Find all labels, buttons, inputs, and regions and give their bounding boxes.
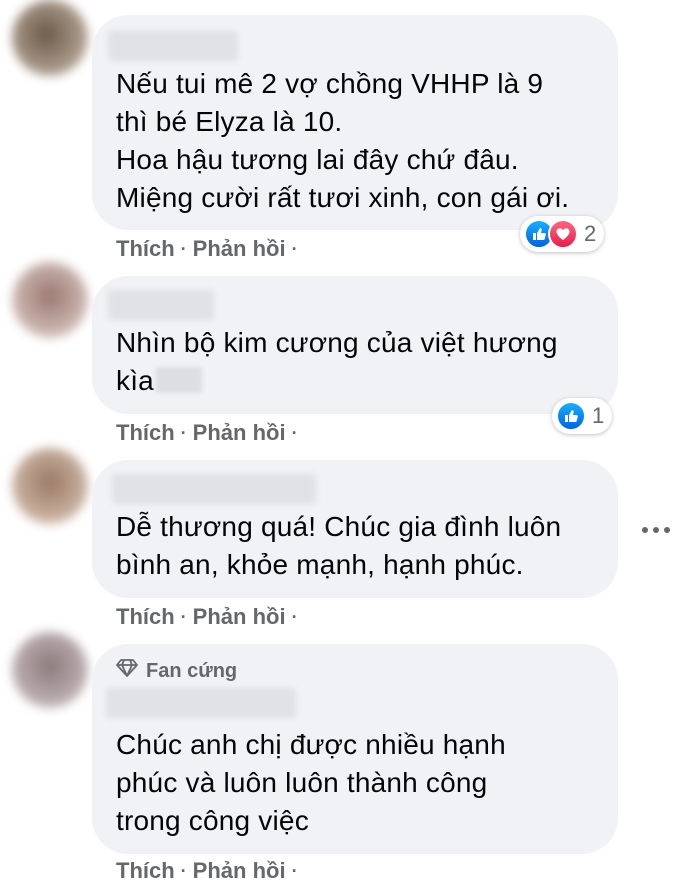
commenter-name[interactable] (112, 474, 316, 504)
comment-bubble: Nhìn bộ kim cương của việt hương kìa (92, 276, 618, 414)
blurred-mention (155, 367, 202, 393)
reply-button[interactable]: Phản hồi (193, 604, 286, 630)
reply-button[interactable]: Phản hồi (193, 420, 286, 446)
comment-actions: Thích · Phản hồi · (116, 858, 298, 884)
separator-dot: · (291, 606, 298, 627)
comment-bubble: Fan cứng Chúc anh chị được nhiều hạnh ph… (92, 644, 618, 854)
dot-icon (642, 527, 648, 533)
reactions-summary[interactable]: 2 (520, 216, 605, 252)
avatar[interactable] (12, 0, 88, 76)
comment-actions: Thích · Phản hồi · (116, 420, 298, 446)
avatar[interactable] (12, 448, 88, 524)
comment-text: Dễ thương quá! Chúc gia đình luôn bình a… (116, 511, 562, 580)
separator-dot: · (291, 238, 298, 259)
reply-button[interactable]: Phản hồi (193, 858, 286, 884)
comment-text: Nếu tui mê 2 vợ chồng VHHP là 9 thì bé E… (116, 68, 570, 213)
comment-actions: Thích · Phản hồi · (116, 236, 298, 262)
commenter-name[interactable] (108, 290, 214, 320)
commenter-name[interactable] (106, 688, 296, 718)
avatar[interactable] (12, 262, 88, 338)
reactions-summary[interactable]: 1 (552, 398, 613, 434)
separator-dot: · (180, 238, 187, 259)
avatar[interactable] (12, 632, 88, 708)
like-reaction-icon (556, 401, 586, 431)
like-button[interactable]: Thích (116, 420, 175, 446)
separator-dot: · (291, 860, 298, 881)
separator-dot: · (180, 606, 187, 627)
dot-icon (664, 527, 670, 533)
comment-text: Chúc anh chị được nhiều hạnh phúc và luô… (116, 729, 506, 836)
reply-button[interactable]: Phản hồi (193, 236, 286, 262)
separator-dot: · (180, 422, 187, 443)
reaction-count: 2 (584, 221, 597, 246)
badge-label: Fan cứng (146, 659, 238, 682)
like-button[interactable]: Thích (116, 604, 175, 630)
like-button[interactable]: Thích (116, 236, 175, 262)
comment-text: Nhìn bộ kim cương của việt hương kìa (116, 324, 598, 400)
fan-badge: Fan cứng (116, 658, 237, 684)
commenter-name[interactable] (108, 31, 238, 61)
diamond-icon (116, 658, 138, 684)
comment-actions: Thích · Phản hồi · (116, 604, 298, 630)
comment-bubble: Dễ thương quá! Chúc gia đình luôn bình a… (92, 460, 618, 598)
like-button[interactable]: Thích (116, 858, 175, 884)
separator-dot: · (180, 860, 187, 881)
more-options-icon[interactable] (642, 518, 670, 542)
dot-icon (653, 527, 659, 533)
comment-bubble: Nếu tui mê 2 vợ chồng VHHP là 9 thì bé E… (92, 15, 618, 230)
love-reaction-icon (548, 219, 578, 249)
separator-dot: · (291, 422, 298, 443)
reaction-count: 1 (592, 403, 605, 428)
